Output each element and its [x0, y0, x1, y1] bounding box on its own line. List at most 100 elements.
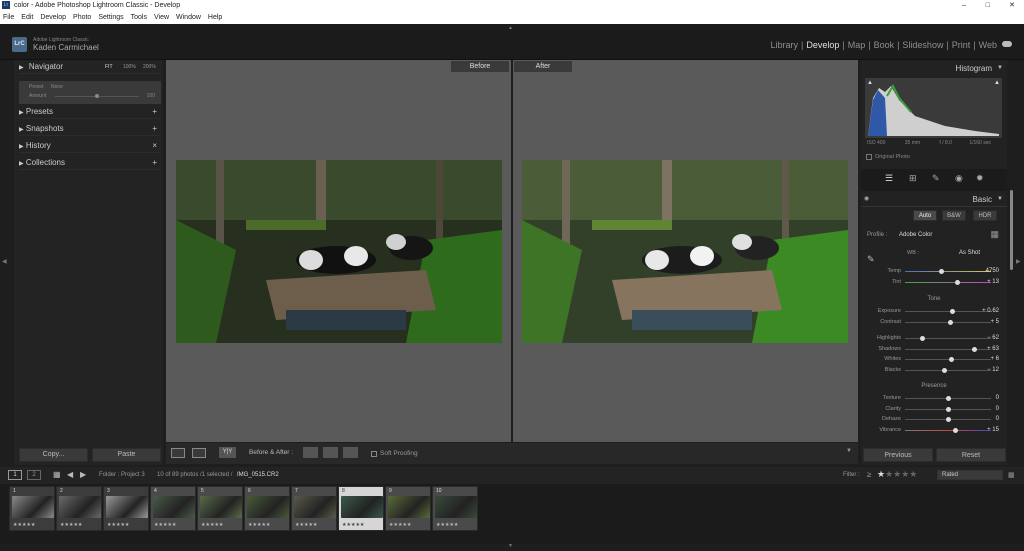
wb-select[interactable]: As Shot [959, 250, 980, 256]
filmstrip-thumb[interactable]: 7 ★★★★★ [291, 486, 337, 531]
filmstrip-thumb[interactable]: 9 ★★★★★ [385, 486, 431, 531]
menu-develop[interactable]: Develop [40, 14, 66, 21]
dehaze-knob[interactable] [946, 417, 951, 422]
add-collection-icon[interactable]: + [152, 156, 157, 170]
collapse-bottom-icon[interactable]: ▼ [508, 543, 513, 549]
module-web[interactable]: Web [976, 40, 1000, 50]
original-photo-checkbox[interactable] [866, 154, 872, 160]
left-panel-toggle-icon[interactable]: ◀ [2, 258, 7, 265]
filmstrip-thumb[interactable]: 10 ★★★★★ [432, 486, 478, 531]
filmstrip-thumb[interactable]: 4 ★★★★★ [150, 486, 196, 531]
right-scrollbar[interactable] [1010, 190, 1013, 270]
thumb-stars-icon[interactable]: ★★★★★ [295, 522, 317, 528]
hdr-button[interactable]: HDR [973, 210, 997, 221]
add-snapshot-icon[interactable]: + [152, 122, 157, 136]
profile-select[interactable]: Adobe Color [899, 232, 932, 238]
filter-stars[interactable]: ★★★★★ [877, 469, 917, 480]
minimize-icon[interactable]: – [962, 0, 966, 11]
contrast-value[interactable]: + 5 [990, 319, 999, 325]
toolbar-menu-icon[interactable]: ▼ [846, 448, 852, 454]
eye-icon[interactable]: ◉ [864, 195, 869, 202]
vibrance-slider[interactable] [905, 427, 991, 433]
clarity-slider[interactable] [905, 406, 991, 412]
tint-knob[interactable] [954, 280, 960, 285]
menu-tools[interactable]: Tools [131, 14, 147, 21]
vibrance-knob[interactable] [952, 427, 958, 433]
profile-browser-icon[interactable]: ▦ [990, 229, 999, 240]
whites-value[interactable]: + 6 [990, 356, 999, 362]
collections-header[interactable]: ▶ Collections + [19, 156, 161, 170]
thumb-stars-icon[interactable]: ★★★★★ [13, 522, 35, 528]
contrast-slider[interactable] [905, 320, 991, 325]
redeye-tool-icon[interactable]: ◉ [955, 173, 963, 184]
page-1-button[interactable]: 1 [8, 470, 22, 480]
temp-value[interactable]: 4750 [986, 268, 999, 274]
module-print[interactable]: Print [949, 40, 974, 50]
snapshots-header[interactable]: ▶ Snapshots + [19, 122, 161, 136]
highlight-clip-icon[interactable]: ▲ [994, 80, 1000, 86]
filmstrip-thumb[interactable]: 1 ★★★★★ [9, 486, 55, 531]
amount-knob[interactable] [95, 94, 99, 98]
loupe-view-icon[interactable] [171, 448, 185, 458]
navigator-header[interactable]: ▶ Navigator FIT 100% 200% [19, 60, 161, 74]
filmstrip-thumb[interactable]: 6 ★★★★★ [244, 486, 290, 531]
clarity-knob[interactable] [946, 406, 951, 412]
zoom-fit[interactable]: FIT [105, 60, 113, 74]
copy-button[interactable]: Copy... [19, 448, 88, 462]
crop-tool-icon[interactable]: ⊞ [909, 173, 917, 184]
filmstrip-thumb[interactable]: 5 ★★★★★ [197, 486, 243, 531]
whites-knob[interactable] [948, 357, 954, 362]
collapse-basic-icon[interactable]: ▼ [997, 196, 1003, 202]
whites-slider[interactable] [905, 357, 991, 362]
thumb-stars-icon[interactable]: ★★★★★ [389, 522, 411, 528]
close-icon[interactable]: ✕ [1009, 0, 1015, 11]
dehaze-slider[interactable] [905, 417, 991, 422]
folder-label[interactable]: Folder : Project 3 [99, 472, 145, 478]
highlights-knob[interactable] [920, 336, 926, 341]
previous-button[interactable]: Previous [863, 448, 933, 462]
exposure-value[interactable]: + 0.62 [982, 308, 999, 314]
maximize-icon[interactable]: □ [986, 0, 990, 11]
zoom-100[interactable]: 100% [123, 60, 136, 74]
menu-view[interactable]: View [154, 14, 169, 21]
forward-arrow-icon[interactable]: ▶ [80, 470, 86, 479]
thumb-stars-icon[interactable]: ★★★★★ [60, 522, 82, 528]
histogram-title[interactable]: Histogram [956, 64, 992, 73]
menu-file[interactable]: File [3, 14, 14, 21]
menu-settings[interactable]: Settings [98, 14, 123, 21]
filter-select[interactable]: Rated [937, 470, 1003, 480]
filmstrip-thumb[interactable]: 8 ★★★★★ [338, 486, 384, 531]
module-book[interactable]: Book [871, 40, 898, 50]
blacks-slider[interactable] [905, 367, 991, 373]
copy-after-to-before-icon[interactable] [323, 447, 338, 458]
exposure-slider[interactable] [905, 309, 991, 314]
right-panel-toggle-icon[interactable]: ▶ [1016, 258, 1021, 265]
edit-tool-icon[interactable]: ☰ [885, 173, 893, 184]
module-slideshow[interactable]: Slideshow [899, 40, 946, 50]
thumb-stars-icon[interactable]: ★★★★★ [248, 522, 270, 528]
basic-header[interactable]: ◉ Basic ▼ [861, 193, 1007, 207]
module-library[interactable]: Library [767, 40, 801, 50]
history-header[interactable]: ▶ History × [19, 139, 161, 153]
wb-eyedropper-icon[interactable]: ✎ [867, 254, 875, 265]
shadows-knob[interactable] [971, 346, 977, 352]
clear-history-icon[interactable]: × [152, 139, 157, 153]
collapse-top-icon[interactable]: ▲ [508, 25, 513, 31]
presets-header[interactable]: ▶ Presets + [19, 105, 161, 119]
thumb-stars-icon[interactable]: ★★★★★ [342, 522, 364, 528]
filmstrip-thumb[interactable]: 3 ★★★★★ [103, 486, 149, 531]
highlights-slider[interactable] [905, 336, 991, 341]
contrast-knob[interactable] [947, 320, 953, 325]
filter-op[interactable]: ≥ [867, 470, 871, 479]
add-preset-icon[interactable]: + [152, 105, 157, 119]
blacks-knob[interactable] [941, 367, 947, 373]
shadows-slider[interactable] [905, 346, 991, 352]
shadows-value[interactable]: + 63 [987, 346, 999, 352]
grid-icon[interactable]: ▦ [53, 470, 61, 479]
shadow-clip-icon[interactable]: ▲ [867, 80, 873, 86]
temp-slider[interactable] [905, 269, 991, 274]
thumb-stars-icon[interactable]: ★★★★★ [154, 522, 176, 528]
blacks-value[interactable]: − 12 [987, 367, 999, 373]
thumb-stars-icon[interactable]: ★★★★★ [107, 522, 129, 528]
swap-icon[interactable] [343, 447, 358, 458]
